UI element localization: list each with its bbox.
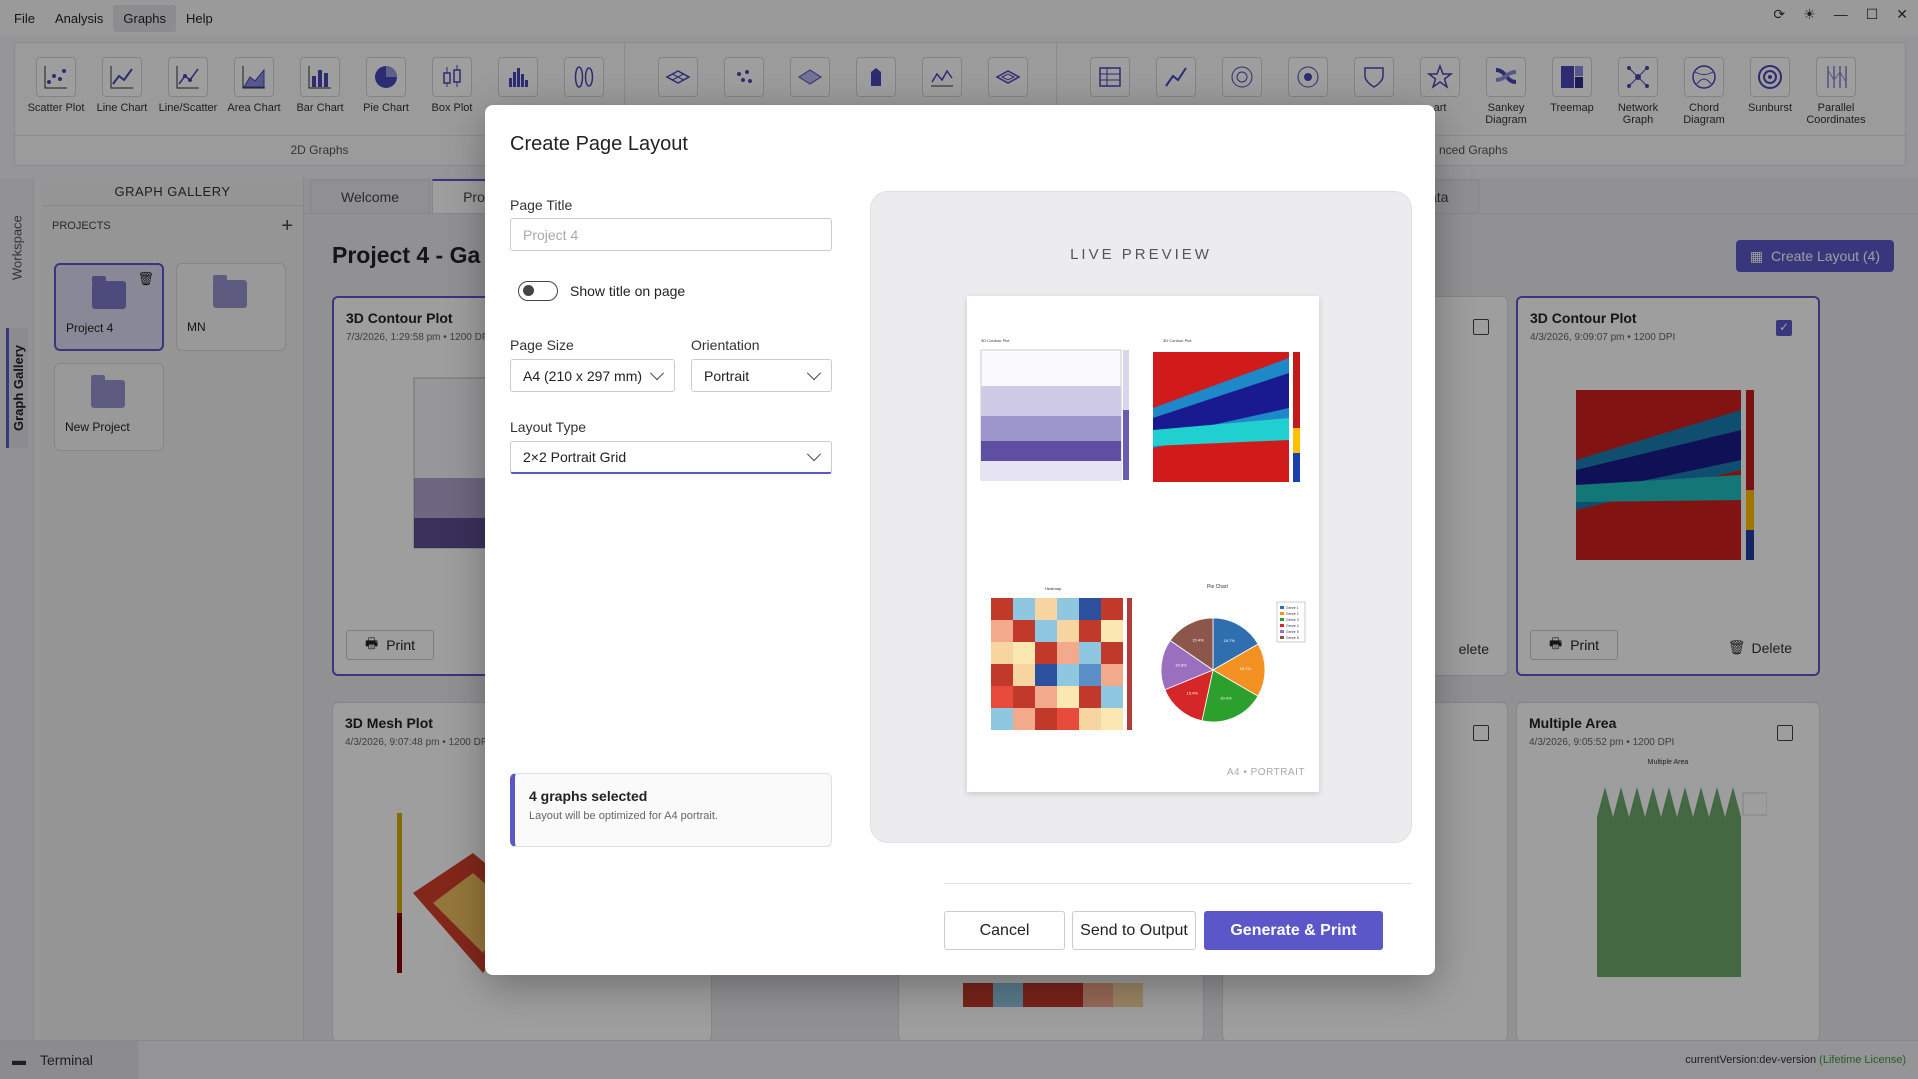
preview-footer: A4 • PORTRAIT [1226,767,1305,778]
heatmap-cell [991,664,1013,686]
pie-slice-label: 15.4% [1192,637,1204,642]
heatmap-cell [1101,664,1123,686]
dialog-divider [944,883,1412,884]
preview-chart-title: Pie Chart [1207,584,1228,590]
heatmap-cell [1079,620,1101,642]
show-title-toggle[interactable] [518,281,558,301]
heatmap-cell [991,598,1013,620]
legend-label: Genre 5 [1286,630,1299,634]
heatmap-cell [1101,620,1123,642]
heatmap-cell [1057,664,1079,686]
selection-count: 4 graphs selected [529,788,648,804]
heatmap-cell [1013,708,1035,730]
heatmap-cell [991,686,1013,708]
page-title-label: Page Title [510,197,573,213]
preview-page: 3D Contour Plot 3D Contour Plot Heatmap … [967,296,1319,792]
show-title-label: Show title on page [570,283,686,299]
heatmap-cell [991,620,1013,642]
preview-chart-pie: 16.7% 16.7% 20.0% 15.4% 15.8% 15.4% Genre 1 Gen… [1160,601,1306,723]
heatmap-cell [1013,642,1035,664]
heatmap-cell [1013,664,1035,686]
orientation-label: Orientation [691,337,760,353]
preview-chart-heatmap [991,598,1132,730]
legend-label: Genre 1 [1286,606,1299,610]
heatmap-cell [1101,708,1123,730]
selection-hint: Layout will be optimized for A4 portrait… [529,810,718,822]
legend-swatch [1280,606,1284,609]
legend-swatch [1280,612,1284,615]
heatmap-cell [1057,620,1079,642]
orientation-value: Portrait [704,367,750,384]
chevron-down-icon [806,447,822,462]
heatmap-cell [1035,664,1057,686]
chevron-down-icon [649,365,665,380]
preview-chart-title: Heatmap [1045,586,1062,591]
preview-chart-contour-jet [1153,352,1300,482]
layout-type-value: 2×2 Portrait Grid [523,449,627,465]
legend-label: Genre 6 [1286,636,1299,640]
heatmap-cell [1079,686,1101,708]
dialog-title: Create Page Layout [510,133,688,155]
heatmap-cell [1057,708,1079,730]
heatmap-cell [991,708,1013,730]
legend-swatch [1280,618,1284,621]
preview-chart-title: 3D Contour Plot [981,338,1010,343]
heatmap-colorbar [1127,598,1132,730]
heatmap-cell [1035,686,1057,708]
legend-swatch [1280,630,1284,633]
legend-label: Genre 4 [1286,624,1299,628]
generate-print-button[interactable]: Generate & Print [1204,911,1383,950]
heatmap-cell [1079,598,1101,620]
legend-swatch [1280,636,1284,639]
heatmap-cell [1035,598,1057,620]
page-title-input[interactable] [510,218,832,251]
heatmap-cell [1013,620,1035,642]
create-page-layout-dialog: Create Page Layout Page Title Show title… [485,105,1435,975]
heatmap-cell [1057,598,1079,620]
heatmap-cell [991,642,1013,664]
heatmap-cell [1035,642,1057,664]
heatmap-cell [1035,708,1057,730]
heatmap-cell [1101,598,1123,620]
live-preview-panel: LIVE PREVIEW 3D Contour Plot 3D Contour … [870,191,1412,843]
pie-slice-label: 16.7% [1240,666,1252,671]
pie-slice-label: 15.8% [1175,663,1187,668]
heatmap-cell [1035,620,1057,642]
page-size-select[interactable]: A4 (210 x 297 mm) [510,359,675,392]
send-to-output-button[interactable]: Send to Output [1072,911,1196,950]
legend-label: Genre 3 [1286,618,1299,622]
preview-chart-title: 3D Contour Plot [1163,338,1192,343]
heatmap-cell [1079,708,1101,730]
layout-type-label: Layout Type [510,419,587,435]
pie-slice-label: 16.7% [1223,638,1235,643]
live-preview-label: LIVE PREVIEW [1070,246,1212,263]
selection-info-box: 4 graphs selected Layout will be optimiz… [510,773,832,847]
heatmap-cell [1057,642,1079,664]
heatmap-cell [1101,686,1123,708]
preview-chart-contour-purple [980,349,1129,481]
heatmap-cell [1079,642,1101,664]
page-size-label: Page Size [510,337,574,353]
heatmap-cell [1013,686,1035,708]
heatmap-cell [1013,598,1035,620]
heatmap-cell [1101,642,1123,664]
pie-slice-label: 20.0% [1220,696,1232,701]
pie-slice-label: 15.4% [1187,691,1199,696]
legend-swatch [1280,624,1284,627]
orientation-select[interactable]: Portrait [691,359,832,392]
heatmap-cell [1079,664,1101,686]
page-size-value: A4 (210 x 297 mm) [523,367,643,384]
chevron-down-icon [806,365,822,380]
layout-type-select[interactable]: 2×2 Portrait Grid [510,441,832,474]
cancel-button[interactable]: Cancel [944,911,1065,950]
legend-label: Genre 2 [1286,612,1299,616]
heatmap-cell [1057,686,1079,708]
